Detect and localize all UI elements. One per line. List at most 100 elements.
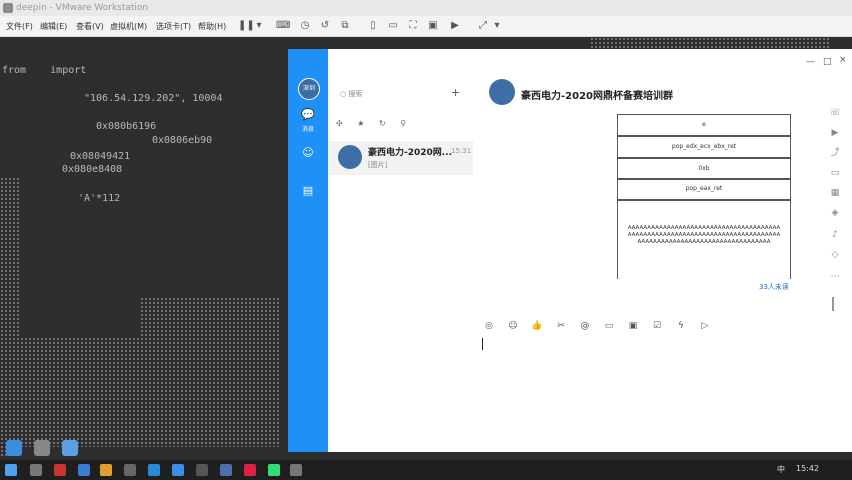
launcher-icon[interactable] [6,440,22,456]
at-icon[interactable]: @ [579,320,591,332]
input-method[interactable]: 中 [777,464,785,475]
snapshot-icon[interactable]: ◷ [298,19,312,33]
group-avatar [338,145,362,169]
folder-icon[interactable]: ▭ [603,320,615,332]
revert-snapshot-icon[interactable]: ↺ [318,19,332,33]
user-avatar[interactable]: 深圳 [298,78,320,100]
menu-vm[interactable]: 虚拟机(M) [110,21,147,32]
dropdown-icon[interactable]: ▾ [252,19,266,33]
tag-icon[interactable]: ◇ [829,249,841,261]
contacts-icon[interactable]: ☺ [300,145,316,161]
conversation-item[interactable]: 豪西电力-2020网... 15:31 [图片] [328,141,473,175]
maximize-icon[interactable]: □ [823,57,832,67]
app-icon[interactable] [220,464,232,476]
app-icon[interactable] [290,464,302,476]
close-icon[interactable]: × [839,55,847,65]
search-input[interactable]: ○ 搜索 [340,87,450,101]
bell-icon[interactable]: ♪ [829,229,841,241]
app-red-icon[interactable] [54,464,66,476]
conversation-panel [328,49,473,452]
minimize-icon[interactable]: — [806,57,815,67]
play-icon[interactable]: ▷ [699,320,711,332]
menu-help[interactable]: 帮助(H) [198,21,226,32]
scrollbar[interactable] [832,297,834,311]
noise-dots [20,337,140,447]
share-icon[interactable]: ⤴ [829,147,841,159]
star-tab-icon[interactable]: ★ [357,119,364,128]
app-icon[interactable] [196,464,208,476]
scissors-icon[interactable]: ✂ [555,320,567,332]
chat-tab-icon[interactable]: ✣ [336,119,343,128]
app-icon[interactable] [124,464,136,476]
text-cursor[interactable] [482,338,483,350]
more-icon[interactable]: ⋯ [829,271,841,283]
refresh-tab-icon[interactable]: ↻ [379,119,386,128]
noise-dots [0,177,20,457]
chat-header: 豪西电力-2020网鼎杯备赛培训群 — □ × [473,49,852,105]
thumb-icon[interactable]: 👍 [531,320,543,332]
window-title: deepin - VMware Workstation [16,3,149,13]
code-line: 0x080e8408 [62,164,123,175]
add-icon[interactable]: + [451,86,460,99]
stretch-dropdown-icon[interactable]: ▾ [490,19,504,33]
sidebar-toggle-icon[interactable]: ▯ [366,19,380,33]
browser-icon[interactable] [78,464,90,476]
code-line: 0x08049421 [70,151,131,162]
conversation-preview: [图片] [368,161,388,169]
pause-icon[interactable]: ❚❚ [238,19,255,33]
lightning-icon[interactable]: ϟ [675,320,687,332]
gif-icon[interactable]: ◎ [483,320,495,332]
code-line: from import [2,65,87,76]
announce-icon[interactable]: ◈ [829,207,841,219]
stretch-icon[interactable]: ⤢ [476,19,490,33]
video-icon[interactable]: ▶ [829,127,841,139]
send-keys-icon[interactable]: ⌨ [276,19,290,33]
code-line: "106.54.129.202", 10004 [84,93,223,104]
search-placeholder: 搜索 [348,90,363,98]
taskview-icon[interactable] [30,464,42,476]
emoji-icon[interactable]: ☺ [507,320,519,332]
check-icon[interactable]: ☑ [651,320,663,332]
file-icon[interactable]: ▭ [829,167,841,179]
app-icon[interactable] [268,464,280,476]
stack-cell: pop_eax_ret [618,178,790,200]
windows-start-icon[interactable] [5,464,17,476]
menu-file[interactable]: 文件(F) [6,21,33,32]
thumbnail-icon[interactable]: ▭ [386,19,400,33]
pin-tab-icon[interactable]: ⚲ [400,119,406,128]
unread-count[interactable]: 33人未读 [759,282,789,292]
vmware-menubar: 文件(F) 编辑(E) 查看(V) 虚拟机(M) 选项卡(T) 帮助(H) ❚❚… [0,16,852,37]
browser-icon[interactable] [62,440,78,456]
image-icon[interactable]: ▣ [627,320,639,332]
app-icon[interactable]: ▦ [829,187,841,199]
clock[interactable]: 15:42 [796,464,819,473]
console-icon[interactable]: ▶ [448,19,462,33]
fullscreen-icon[interactable]: ⛶ [406,19,420,33]
conversation-tabs: ✣ ★ ↻ ⚲ [336,119,418,128]
chat-sidebar: 深圳 💬 消息 ☺ ▤ [288,49,328,452]
folder-icon[interactable]: ▤ [300,183,316,199]
manage-snapshot-icon[interactable]: ⧉ [338,19,352,33]
chat-image[interactable]: e pop_edx_ecx_ebx_ret 0xb pop_eax_ret AA… [617,114,791,279]
files-icon[interactable] [34,440,50,456]
conversation-name: 豪西电力-2020网... [368,148,453,158]
menu-edit[interactable]: 编辑(E) [40,21,67,32]
conversation-time: 15:31 [451,147,472,155]
unity-icon[interactable]: ▣ [426,19,440,33]
chat-window: 深圳 💬 消息 ☺ ▤ ○ 搜索 + ✣ ★ ↻ ⚲ 豪西电力-2020网...… [288,49,852,452]
explorer-icon[interactable] [100,464,112,476]
code-line: 'A'*112 [78,193,121,204]
message-icon[interactable]: 💬 [300,107,316,123]
padding-text: AAAAAAAAAAAAAAAAAAAAAAAAAAAAAAAAAAAAAAAA… [627,225,781,245]
call-icon[interactable]: ☏ [829,107,841,119]
stack-cell: e [618,114,790,136]
menu-view[interactable]: 查看(V) [76,21,104,32]
qq-taskbar-icon[interactable] [148,464,160,476]
vmware-titlebar: deepin - VMware Workstation [0,0,852,16]
app-icon[interactable] [244,464,256,476]
menu-tabs[interactable]: 选项卡(T) [156,21,191,32]
taskbar: 中 15:42 [0,460,852,480]
noise-dots [140,297,280,447]
vmware-taskbar-icon[interactable] [172,464,184,476]
chat-title: 豪西电力-2020网鼎杯备赛培训群 [521,91,673,102]
